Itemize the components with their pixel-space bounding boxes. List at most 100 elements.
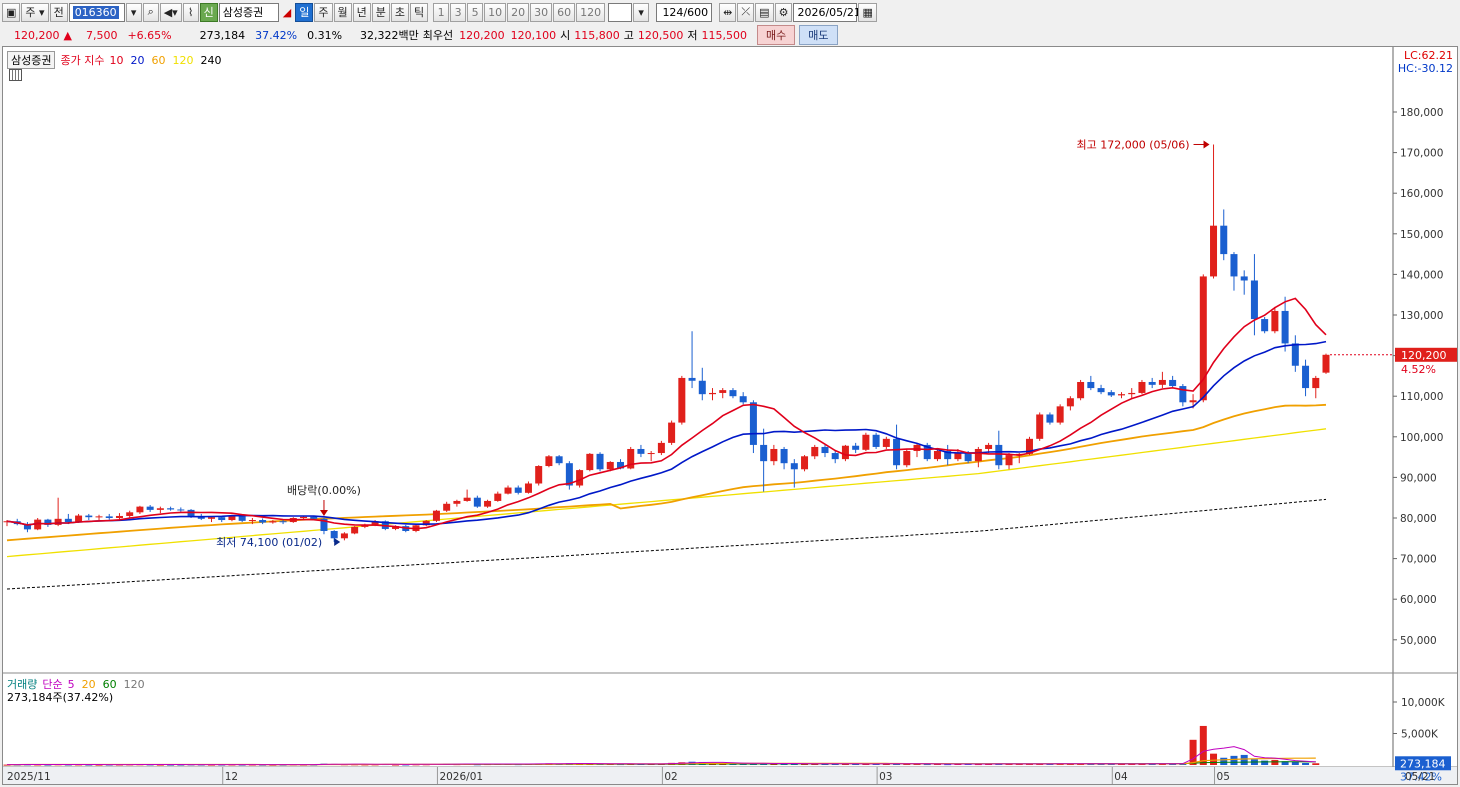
layout-icon[interactable]: ▣ bbox=[2, 2, 21, 22]
interval-tab-5[interactable]: 5 bbox=[467, 2, 484, 22]
best-ask: 120,200 bbox=[459, 28, 505, 42]
period-tab-3[interactable]: 년 bbox=[352, 2, 371, 22]
price-tick-label: 90,000 bbox=[1400, 472, 1437, 484]
interval-tab-1[interactable]: 1 bbox=[433, 2, 450, 22]
period-tab-5[interactable]: 초 bbox=[390, 2, 410, 22]
volume-value: 273,184 bbox=[199, 28, 246, 42]
ma-legend-60: 60 bbox=[151, 53, 166, 67]
hc-label: HC:-30.12 bbox=[1397, 62, 1453, 75]
market-select[interactable]: 주 ▾ bbox=[21, 2, 49, 22]
volume-tick-label: 5,000K bbox=[1401, 729, 1439, 741]
interval-tab-120[interactable]: 120 bbox=[576, 2, 606, 22]
candle-body bbox=[524, 483, 532, 493]
candle-body bbox=[340, 533, 348, 539]
x-axis-band bbox=[3, 767, 1457, 784]
gear-icon[interactable]: ⚙ bbox=[774, 2, 793, 22]
interval-tab-20[interactable]: 20 bbox=[507, 2, 530, 22]
count-field[interactable]: 124/600 bbox=[656, 2, 713, 22]
high-note: 최고 172,000 (05/06) bbox=[1077, 138, 1190, 151]
prev-button[interactable]: 전 bbox=[49, 2, 68, 22]
candle-body bbox=[126, 512, 134, 516]
move-icon[interactable]: ⇹ bbox=[719, 2, 737, 22]
volume-bar bbox=[1199, 725, 1207, 765]
price-tick-label: 70,000 bbox=[1400, 554, 1437, 566]
candle-body bbox=[801, 456, 809, 470]
ma60-line bbox=[6, 403, 1327, 542]
ma-legend-120: 120 bbox=[172, 53, 194, 67]
current-pct-text: 4.52% bbox=[1401, 363, 1436, 376]
volume-bar bbox=[1230, 755, 1238, 765]
candle-body bbox=[729, 390, 737, 397]
candle-body bbox=[1118, 394, 1126, 396]
quote-bar: 120,200 ▲ 7,500 +6.65% 273,184 37.42% 0.… bbox=[0, 24, 1460, 46]
candle-body bbox=[238, 516, 246, 521]
price-legend: 삼성증권 종가 지수 10 20 60 120 240 bbox=[7, 51, 221, 69]
save-icon[interactable]: ▤ bbox=[755, 2, 774, 22]
candle-body bbox=[300, 516, 308, 518]
price-tick-label: 50,000 bbox=[1400, 635, 1437, 647]
x-tick-label: 05/21 bbox=[1405, 771, 1435, 783]
ma-legend-10: 10 bbox=[109, 53, 124, 67]
ma-legend-list: 10 20 60 120 240 bbox=[109, 54, 221, 67]
candle-body bbox=[494, 493, 502, 501]
current-volume-text: 273,184 bbox=[1400, 757, 1446, 770]
x-tick-label: 2025/11 bbox=[7, 771, 51, 783]
chart-area[interactable]: 180,000 170,000 160,000 150,000 140,000 130,0… bbox=[2, 46, 1458, 785]
candle-body bbox=[443, 503, 451, 511]
candle-body bbox=[1046, 414, 1054, 423]
volume-bar bbox=[1312, 763, 1320, 765]
date-field[interactable]: 2026/05/21 bbox=[793, 2, 861, 22]
interval-tab-3[interactable]: 3 bbox=[450, 2, 467, 22]
tools-icon[interactable]: ⤫ bbox=[737, 2, 755, 22]
sell-button[interactable]: 매도 bbox=[799, 25, 838, 45]
candle-body bbox=[974, 448, 982, 462]
high-value: 120,500 bbox=[637, 28, 684, 42]
candle-body bbox=[872, 434, 880, 447]
period-tab-0[interactable]: 일 bbox=[295, 2, 314, 22]
stock-code-input[interactable]: 016360 bbox=[68, 2, 125, 22]
candle-body bbox=[1230, 254, 1238, 277]
volume-bar bbox=[1302, 762, 1310, 765]
volume-ma-legend-120: 120 bbox=[123, 677, 145, 691]
price-volume-chart[interactable]: 180,000 170,000 160,000 150,000 140,000 130,0… bbox=[3, 47, 1457, 784]
interval-tab-60[interactable]: 60 bbox=[553, 2, 576, 22]
period-tab-2[interactable]: 월 bbox=[333, 2, 352, 22]
interval-tab-30[interactable]: 30 bbox=[530, 2, 553, 22]
x-tick-label: 05 bbox=[1217, 771, 1230, 783]
code-dropdown-icon[interactable]: ▾ bbox=[125, 2, 142, 22]
candle-body bbox=[330, 530, 338, 539]
calendar-icon[interactable]: ▦ bbox=[858, 2, 877, 22]
candle-body bbox=[1322, 354, 1330, 373]
candle-body bbox=[432, 510, 440, 521]
candle-body bbox=[1158, 379, 1166, 385]
period-tab-4[interactable]: 분 bbox=[371, 2, 390, 22]
ma20-line bbox=[6, 340, 1327, 526]
candle-body bbox=[913, 444, 921, 452]
candle-body bbox=[637, 448, 645, 454]
speaker-icon[interactable]: ◀▾ bbox=[159, 2, 182, 22]
candle-body bbox=[535, 466, 543, 484]
price-legend-prefix: 종가 지수 bbox=[60, 54, 105, 67]
candle-body bbox=[1148, 381, 1156, 385]
candle-body bbox=[473, 497, 481, 507]
candle-body bbox=[831, 453, 839, 460]
interval-input[interactable] bbox=[608, 2, 633, 22]
buy-button[interactable]: 매수 bbox=[757, 25, 796, 45]
low-label: 저 bbox=[687, 29, 698, 42]
period-tab-1[interactable]: 주 bbox=[314, 2, 333, 22]
interval-tab-10[interactable]: 10 bbox=[484, 2, 507, 22]
interval-dropdown-icon[interactable]: ▾ bbox=[633, 2, 650, 22]
ma120-line bbox=[6, 428, 1327, 558]
low-arrow-icon bbox=[334, 537, 341, 546]
candle-body bbox=[1250, 280, 1258, 320]
grid-icon[interactable] bbox=[9, 69, 22, 81]
period-tab-6[interactable]: 틱 bbox=[410, 2, 429, 22]
candle-body bbox=[749, 402, 757, 445]
x-tick-label: 02 bbox=[664, 771, 677, 783]
chart-stock-label[interactable]: 삼성증권 bbox=[7, 51, 56, 69]
candle-body bbox=[484, 500, 492, 507]
candle-body bbox=[248, 520, 256, 522]
candle-body bbox=[1281, 310, 1289, 344]
clip-icon[interactable]: ⌇ bbox=[182, 2, 199, 22]
search-icon[interactable]: ⌕ bbox=[142, 2, 159, 22]
